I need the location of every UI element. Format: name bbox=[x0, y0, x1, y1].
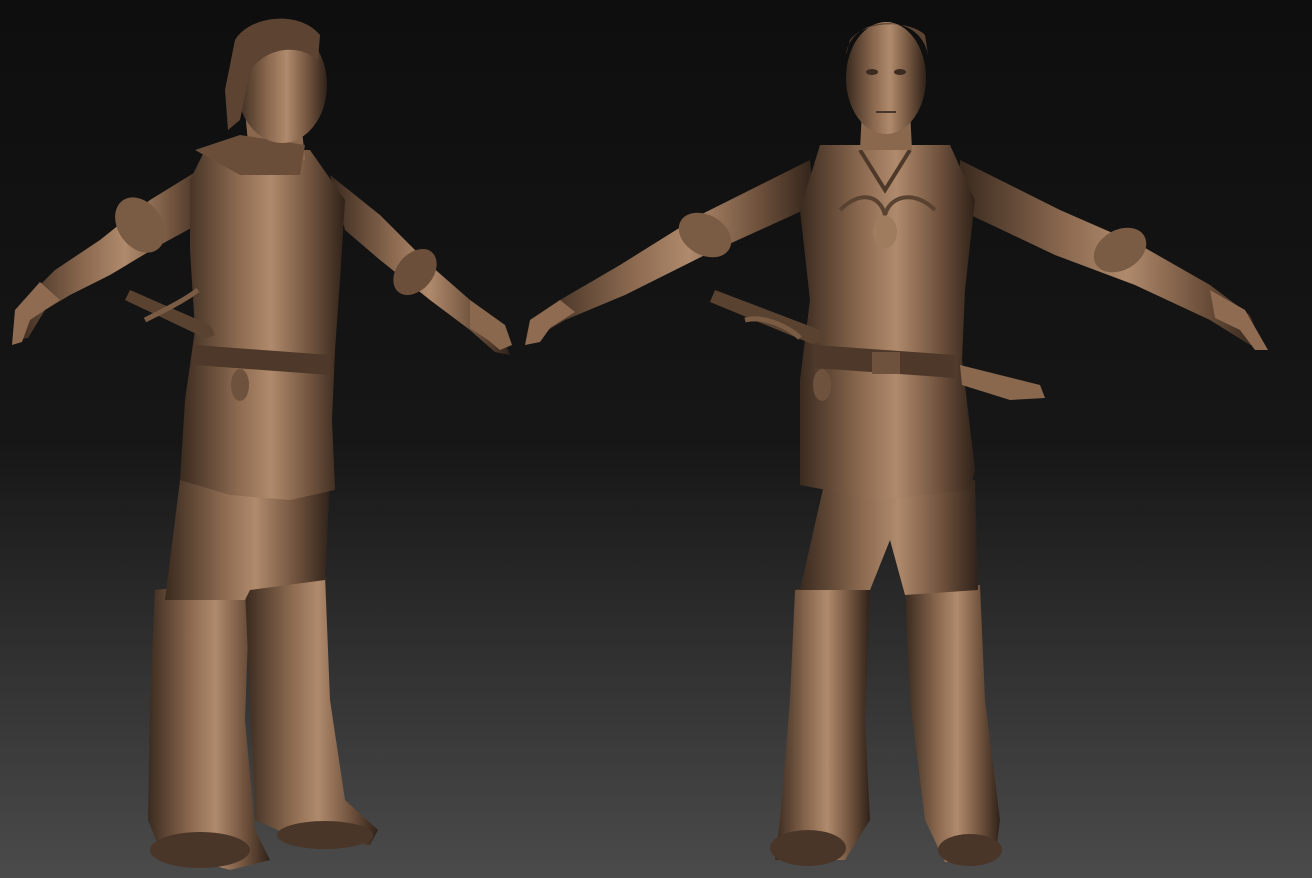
pendant bbox=[873, 216, 897, 248]
belt-pouch bbox=[813, 369, 831, 401]
sculpt-viewport bbox=[0, 0, 1312, 878]
belt-buckle bbox=[872, 352, 900, 374]
head bbox=[846, 22, 926, 134]
boot-sole-left bbox=[770, 830, 846, 866]
boot-sole-left bbox=[150, 832, 250, 868]
belt-pouch bbox=[231, 369, 249, 401]
tunic bbox=[800, 145, 975, 500]
render-canvas bbox=[0, 0, 1312, 878]
trousers bbox=[165, 480, 330, 600]
boot-sole-right bbox=[938, 834, 1002, 866]
eye-right bbox=[894, 69, 906, 75]
eye-left bbox=[866, 69, 878, 75]
boot-sole-right bbox=[277, 821, 373, 849]
